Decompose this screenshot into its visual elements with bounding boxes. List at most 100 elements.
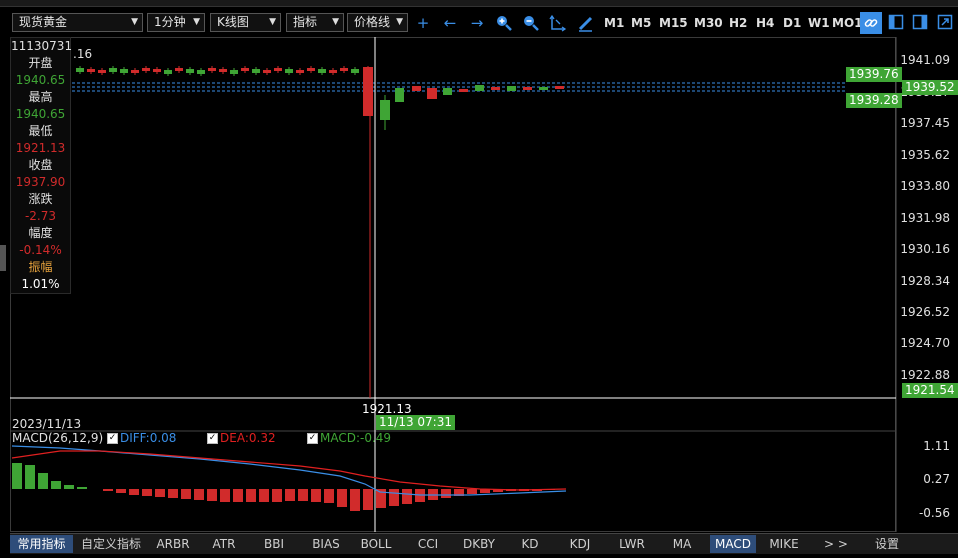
macd-histogram-bar	[64, 485, 74, 489]
macd-histogram-bar	[77, 487, 87, 489]
tab-dkby[interactable]: DKBY	[456, 535, 502, 553]
info-open-value: 1940.65	[15, 73, 66, 87]
candle-body	[318, 69, 326, 73]
tab-settings[interactable]: 设置	[864, 535, 910, 553]
tab-custom-indicators[interactable]: 自定义指标	[76, 535, 146, 553]
macd-histogram-bar	[194, 489, 204, 500]
info-high-label: 最高	[28, 90, 53, 104]
macd-histogram-bar	[259, 489, 269, 502]
macd-histogram-bar	[129, 489, 139, 495]
info-low-value: 1921.13	[15, 141, 66, 155]
macd-diff-label: DIFF:0.08	[120, 431, 177, 445]
candle-body	[443, 88, 452, 95]
macd-dea-toggle[interactable]: ✓ DEA:0.32	[207, 431, 276, 445]
candle-body	[142, 68, 150, 71]
candle-body	[76, 68, 84, 72]
y-tick: 1922.88	[900, 368, 950, 382]
price-tag-upper: 1939.76	[846, 67, 902, 82]
macd-histogram-bar	[324, 489, 334, 503]
tab-macd[interactable]: MACD	[710, 535, 756, 553]
info-open-label: 开盘	[28, 56, 53, 70]
checkbox-icon[interactable]: ✓	[307, 433, 318, 444]
candle-body	[555, 86, 564, 89]
macd-histogram-bar	[350, 489, 360, 511]
macd-histogram-bar	[233, 489, 243, 502]
y-tick: 1941.09	[900, 53, 950, 67]
candle-body	[427, 88, 437, 99]
candle-body	[307, 68, 315, 71]
candle-body	[98, 70, 106, 73]
info-change-label: 涨跌	[28, 192, 53, 206]
macd-histogram-bar	[12, 463, 22, 489]
macd-histogram-bar	[311, 489, 321, 502]
info-date-code: 11130731	[11, 39, 73, 53]
macd-histogram-bar	[103, 489, 113, 491]
tab-bias[interactable]: BIAS	[304, 535, 348, 553]
candle-body	[186, 69, 194, 73]
y-tick: 1926.52	[900, 305, 950, 319]
tab-cci[interactable]: CCI	[406, 535, 450, 553]
macd-histogram-bar	[25, 465, 35, 489]
tab-bbi[interactable]: BBI	[252, 535, 296, 553]
y-tick: 1935.62	[900, 148, 950, 162]
tab-kdj[interactable]: KDJ	[558, 535, 602, 553]
candle-body	[263, 70, 271, 73]
tab-kd[interactable]: KD	[508, 535, 552, 553]
checkbox-icon[interactable]: ✓	[107, 433, 118, 444]
candle-body	[285, 69, 293, 73]
candle-body	[230, 70, 238, 74]
macd-histogram-bar	[220, 489, 230, 502]
candle-body	[363, 67, 373, 116]
macd-histogram-bar	[337, 489, 347, 507]
tab-common-indicators[interactable]: 常用指标	[10, 535, 73, 553]
info-change-value: -2.73	[24, 209, 57, 223]
candle-body	[412, 86, 421, 91]
tab-boll[interactable]: BOLL	[354, 535, 398, 553]
tab-arbr[interactable]: ARBR	[150, 535, 196, 553]
info-close-value: 1937.90	[15, 175, 66, 189]
tab-mike[interactable]: MIKE	[762, 535, 806, 553]
info-pct-value: -0.14%	[19, 243, 62, 257]
macd-histogram-bar	[402, 489, 412, 504]
macd-histogram-bar	[363, 489, 373, 510]
macd-y-tick: 1.11	[923, 439, 950, 453]
macd-y-tick: 0.27	[923, 472, 950, 486]
candle-body	[459, 89, 468, 92]
macd-diff-line	[11, 445, 567, 496]
macd-title: MACD(26,12,9)	[12, 431, 104, 445]
candle-body	[507, 86, 516, 91]
candle-body	[208, 68, 216, 71]
tab-more[interactable]: > >	[814, 535, 858, 553]
candle-body	[120, 69, 128, 73]
macd-histogram-bar	[142, 489, 152, 496]
macd-histogram-bar	[168, 489, 178, 498]
candle-body	[491, 87, 500, 90]
crosshair-price-tag: 1921.54	[902, 383, 958, 398]
candle-body	[153, 69, 161, 72]
macd-histogram-bar	[155, 489, 165, 497]
candle-body	[329, 70, 337, 73]
macd-histogram-bar	[181, 489, 191, 499]
tab-ma[interactable]: MA	[660, 535, 704, 553]
macd-diff-toggle[interactable]: ✓ DIFF:0.08	[107, 431, 176, 445]
info-amp-value: 1.01%	[21, 277, 60, 291]
candle-body	[523, 87, 532, 90]
macd-histogram-bar	[38, 473, 48, 489]
info-high-value: 1940.65	[15, 107, 66, 121]
candle-body	[380, 100, 390, 120]
info-close-label: 收盘	[28, 158, 53, 172]
partial-price-label: .16	[73, 47, 93, 61]
tab-atr[interactable]: ATR	[202, 535, 246, 553]
macd-histogram-bar	[246, 489, 256, 502]
candle-body	[539, 87, 548, 90]
macd-dea-label: DEA:0.32	[220, 431, 276, 445]
crosshair-time-tag: 11/13 07:31	[376, 415, 455, 430]
kline-chart[interactable]	[0, 0, 958, 558]
macd-histogram-bar	[467, 489, 477, 494]
tab-lwr[interactable]: LWR	[610, 535, 654, 553]
checkbox-icon[interactable]: ✓	[207, 433, 218, 444]
y-tick: 1928.34	[900, 274, 950, 288]
candle-body	[252, 69, 260, 73]
macd-histogram-bar	[441, 489, 451, 498]
macd-value-toggle[interactable]: ✓ MACD:-0.49	[307, 431, 391, 445]
